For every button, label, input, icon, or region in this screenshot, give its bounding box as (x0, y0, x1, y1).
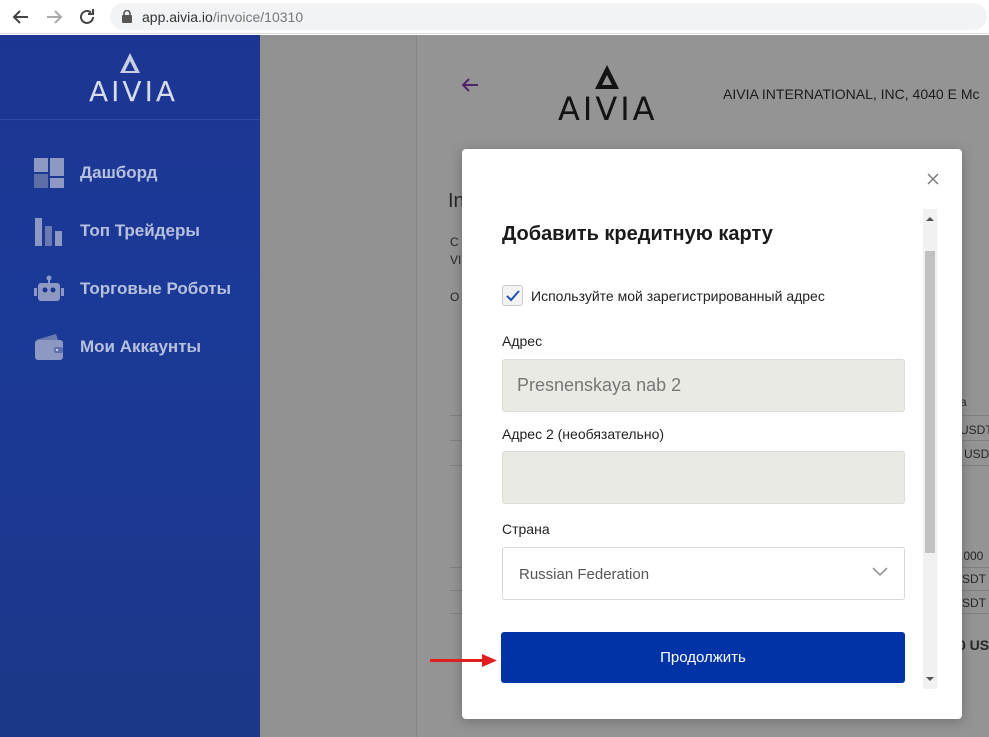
address2-label: Адрес 2 (необязательно) (502, 426, 665, 442)
address2-field[interactable] (502, 451, 905, 504)
reload-icon[interactable] (76, 6, 98, 28)
sidebar-item-top-traders[interactable]: Топ Трейдеры (34, 215, 200, 247)
sidebar-logo[interactable]: AIVIA (0, 35, 260, 120)
sidebar-item-label: Дашборд (80, 163, 158, 182)
use-registered-address-checkbox[interactable] (502, 285, 523, 306)
address-field[interactable]: Presnenskaya nab 2 (502, 359, 905, 412)
close-icon[interactable] (925, 171, 941, 187)
scrollbar-thumb[interactable] (925, 251, 935, 553)
scroll-up-icon[interactable] (926, 215, 934, 223)
robot-icon (34, 275, 64, 301)
address-bar[interactable]: app.aivia.io/invoice/10310 (110, 3, 987, 30)
forward-icon[interactable] (43, 6, 65, 28)
scroll-down-icon[interactable] (926, 675, 934, 683)
sidebar-item-label: Торговые Роботы (80, 279, 232, 298)
back-icon[interactable] (10, 6, 32, 28)
sidebar-logo-text: AIVIA (89, 75, 178, 108)
browser-toolbar: app.aivia.io/invoice/10310 (0, 0, 989, 34)
checkmark-icon (506, 290, 520, 302)
continue-button[interactable]: Продолжить (501, 632, 905, 683)
url-path: /invoice/10310 (212, 9, 304, 25)
url-host: app.aivia.io (142, 9, 213, 25)
add-card-modal: Добавить кредитную карту Используйте мой… (462, 149, 962, 719)
annotation-arrow-icon (430, 654, 497, 667)
bar-chart-icon (35, 218, 62, 246)
lock-icon (122, 10, 132, 23)
wallet-icon (35, 334, 63, 360)
sidebar-item-my-accounts[interactable]: Мои Аккаунты (34, 331, 201, 363)
sidebar: AIVIA Дашборд Топ Трейдеры Торговые Робо… (0, 35, 260, 737)
address-label: Адрес (502, 333, 543, 349)
modal-title: Добавить кредитную карту (502, 223, 773, 245)
dashboard-icon (34, 158, 64, 188)
chevron-down-icon (872, 567, 888, 577)
sidebar-item-label: Мои Аккаунты (80, 337, 202, 356)
sidebar-item-label: Топ Трейдеры (80, 221, 200, 240)
country-label: Страна (502, 521, 550, 537)
sidebar-item-dashboard[interactable]: Дашборд (34, 157, 157, 189)
checkbox-label[interactable]: Используйте мой зарегистрированный адрес (531, 288, 825, 304)
sidebar-item-trading-robots[interactable]: Торговые Роботы (34, 273, 231, 305)
country-select[interactable]: Russian Federation (502, 547, 905, 600)
modal-scrollbar[interactable] (923, 209, 937, 689)
address-value: Presnenskaya nab 2 (517, 375, 682, 395)
url-text: app.aivia.io/invoice/10310 (142, 9, 303, 25)
country-value: Russian Federation (519, 566, 650, 583)
